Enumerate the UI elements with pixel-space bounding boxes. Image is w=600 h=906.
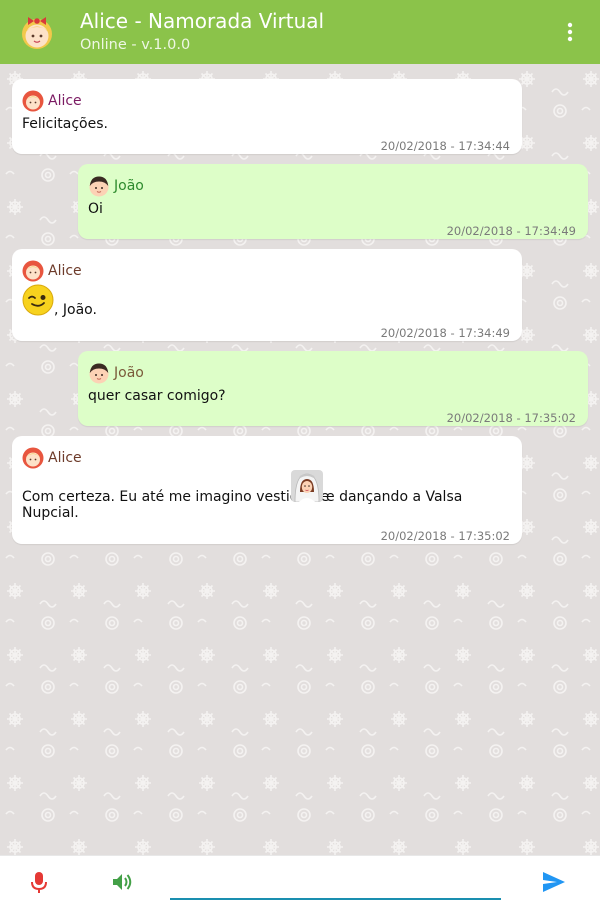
message-text-start: Com certeza. Eu até me imagino vestida d… (22, 489, 330, 505)
sender-name: Alice (48, 263, 82, 279)
message-time: 20/02/2018 - 17:34:49 (446, 224, 576, 238)
message-text: , João. (54, 302, 97, 318)
app-title: Alice - Namorada Virtual (80, 9, 325, 33)
message-text: Oi (88, 201, 103, 217)
more-vert-icon[interactable] (556, 18, 584, 46)
alice-face-icon (22, 260, 44, 282)
speaker-icon[interactable] (110, 870, 134, 894)
message-sender: João (88, 174, 144, 198)
message-input[interactable] (170, 862, 501, 900)
joao-face-icon (89, 363, 109, 384)
message-sender: Alice (22, 89, 82, 113)
message-bubble-alice: Alice Felicitações. 20/02/2018 - 17:34:4… (12, 79, 522, 154)
message-bubble-joao: João quer casar comigo? 20/02/2018 - 17:… (78, 351, 588, 426)
joao-face-icon (89, 176, 109, 197)
chat-area[interactable]: Alice Felicitações. 20/02/2018 - 17:34:4… (0, 64, 600, 855)
message-input-wrapper (170, 862, 501, 902)
message-time: 20/02/2018 - 17:34:44 (380, 139, 510, 153)
message-text: Felicitações. (22, 116, 108, 132)
input-bar (0, 855, 600, 906)
bride-emoji-icon (291, 470, 323, 502)
sender-name: Alice (48, 450, 82, 466)
message-text-end: e dançando a Valsa (326, 489, 463, 505)
wink-emoji-icon (22, 284, 54, 316)
message-time: 20/02/2018 - 17:35:02 (446, 411, 576, 425)
alice-avatar (22, 17, 52, 49)
message-bubble-joao: João Oi 20/02/2018 - 17:34:49 (78, 164, 588, 239)
microphone-icon[interactable] (28, 870, 50, 894)
message-bubble-alice: Alice Com certeza. Eu até me imagino ves… (12, 436, 522, 544)
send-icon[interactable] (541, 870, 567, 894)
message-bubble-alice: Alice , João. 20/02/2018 - 17:34:49 (12, 249, 522, 341)
sender-name: João (114, 178, 144, 194)
sender-name: Alice (48, 93, 82, 109)
sender-name: João (114, 365, 144, 381)
message-time: 20/02/2018 - 17:34:49 (380, 326, 510, 340)
message-sender: João (88, 361, 144, 385)
app-status: Online - v.1.0.0 (80, 37, 191, 53)
message-sender: Alice (22, 259, 82, 283)
message-sender: Alice (22, 446, 82, 470)
alice-face-icon (22, 90, 44, 112)
message-text: quer casar comigo? (88, 388, 226, 404)
alice-face-icon (22, 447, 44, 469)
app-bar: Alice - Namorada Virtual Online - v.1.0.… (0, 0, 600, 64)
message-text-line2: Nupcial. (22, 505, 79, 521)
message-time: 20/02/2018 - 17:35:02 (380, 529, 510, 543)
